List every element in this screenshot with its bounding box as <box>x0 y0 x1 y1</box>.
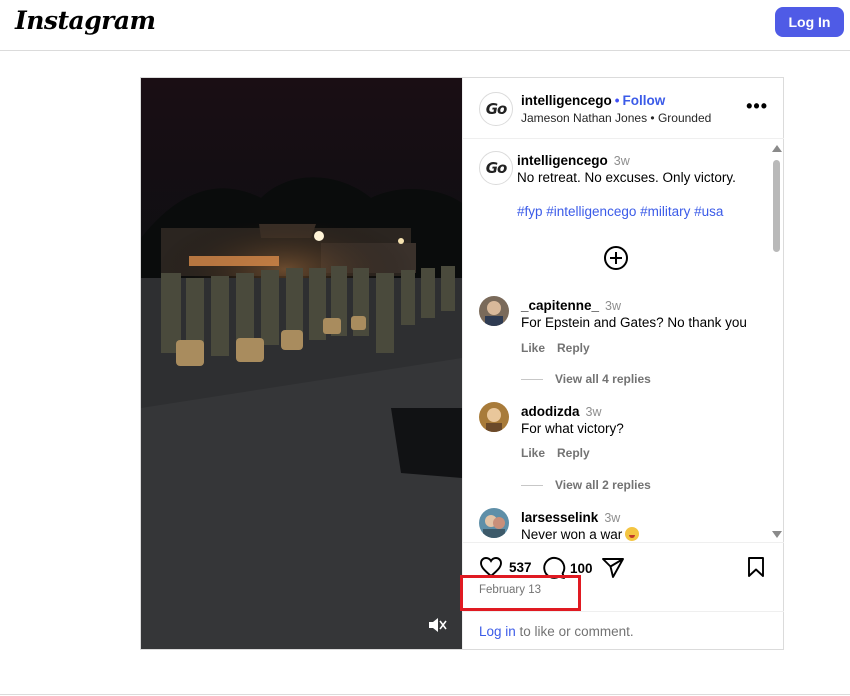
instagram-logo[interactable]: Instagram <box>15 6 156 35</box>
commenter-avatar[interactable] <box>479 296 509 326</box>
comment-time: 3w <box>585 405 602 419</box>
caption-text: No retreat. No excuses. Only victory. <box>517 170 736 185</box>
audio-subtitle[interactable]: Jameson Nathan Jones • Grounded <box>521 111 711 125</box>
comment-text: For what victory? <box>521 421 624 436</box>
comment-text: Never won a war <box>521 527 640 541</box>
add-icon[interactable] <box>604 246 628 270</box>
comment-actions: Like Reply <box>521 341 602 355</box>
comment-header: larsesselink 3w <box>521 510 620 525</box>
caption-header: intelligencego 3w <box>517 153 630 168</box>
post-header: Go intelligencego • Follow Jameson Nathan … <box>463 78 784 139</box>
video-frame <box>141 78 462 649</box>
view-replies-button[interactable]: View all 2 replies <box>521 478 651 492</box>
commenter-avatar[interactable] <box>479 508 509 538</box>
post-card: Go intelligencego • Follow Jameson Nathan … <box>140 77 784 650</box>
author-header-line: intelligencego • Follow <box>521 93 665 108</box>
comments-count[interactable]: 100 <box>570 561 593 576</box>
login-prompt-text: Log in to like or comment. <box>479 624 634 639</box>
scroll-thumb[interactable] <box>773 160 780 252</box>
author-username[interactable]: intelligencego <box>521 93 612 108</box>
comment-text: For Epstein and Gates? No thank you <box>521 315 747 330</box>
comment-username[interactable]: _capitenne_ <box>521 298 599 313</box>
comment-header: adodizda 3w <box>521 404 602 419</box>
likes-count[interactable]: 537 <box>509 560 532 575</box>
login-prompt: Log in to like or comment. <box>463 611 784 650</box>
comment-username[interactable]: adodizda <box>521 404 580 419</box>
caption-time: 3w <box>613 154 630 168</box>
login-button[interactable]: Log In <box>775 7 844 37</box>
save-action <box>746 556 766 578</box>
caption-avatar[interactable]: Go <box>479 151 513 185</box>
reply-button[interactable]: Reply <box>557 446 590 460</box>
follow-button[interactable]: Follow <box>623 93 666 108</box>
footer-divider <box>0 694 850 695</box>
comment-header: _capitenne_ 3w <box>521 298 621 313</box>
laughing-emoji-icon <box>625 527 640 541</box>
view-replies-label[interactable]: View all 4 replies <box>555 372 651 386</box>
login-suffix: to like or comment. <box>515 624 634 639</box>
login-link[interactable]: Log in <box>479 624 516 639</box>
share-icon[interactable] <box>601 556 625 580</box>
comments-scrollbar[interactable] <box>770 140 782 540</box>
reply-button[interactable]: Reply <box>557 341 590 355</box>
comment-username[interactable]: larsesselink <box>521 510 598 525</box>
view-replies-button[interactable]: View all 4 replies <box>521 372 651 386</box>
scroll-down-arrow-icon[interactable] <box>772 531 782 538</box>
like-comment-button[interactable]: Like <box>521 341 545 355</box>
commenter-avatar[interactable] <box>479 402 509 432</box>
share-action <box>601 556 625 580</box>
comment-time: 3w <box>604 511 621 525</box>
caption-username[interactable]: intelligencego <box>517 153 608 168</box>
caption-hashtags[interactable]: #fyp #intelligencego #military #usa <box>517 204 723 219</box>
comment-actions: Like Reply <box>521 446 602 460</box>
comment-text-content: Never won a war <box>521 527 623 541</box>
replies-line <box>521 378 543 380</box>
like-comment-button[interactable]: Like <box>521 446 545 460</box>
view-replies-label[interactable]: View all 2 replies <box>555 478 651 492</box>
scroll-up-arrow-icon[interactable] <box>772 145 782 152</box>
more-options-icon[interactable]: ••• <box>746 96 768 117</box>
post-side-panel: Go intelligencego • Follow Jameson Nathan … <box>462 78 784 649</box>
comments-list[interactable]: Go intelligencego 3w No retreat. No excus… <box>463 139 768 541</box>
comment-time: 3w <box>605 299 622 313</box>
replies-line <box>521 484 543 486</box>
bookmark-icon[interactable] <box>746 556 766 578</box>
post-actions-bar: 537 100 <box>463 542 784 579</box>
separator-dot: • <box>614 93 620 108</box>
date-highlight-box <box>460 575 581 611</box>
top-bar: Instagram Log In <box>0 0 850 51</box>
author-avatar[interactable]: Go <box>479 92 513 126</box>
post-video[interactable] <box>141 78 462 649</box>
